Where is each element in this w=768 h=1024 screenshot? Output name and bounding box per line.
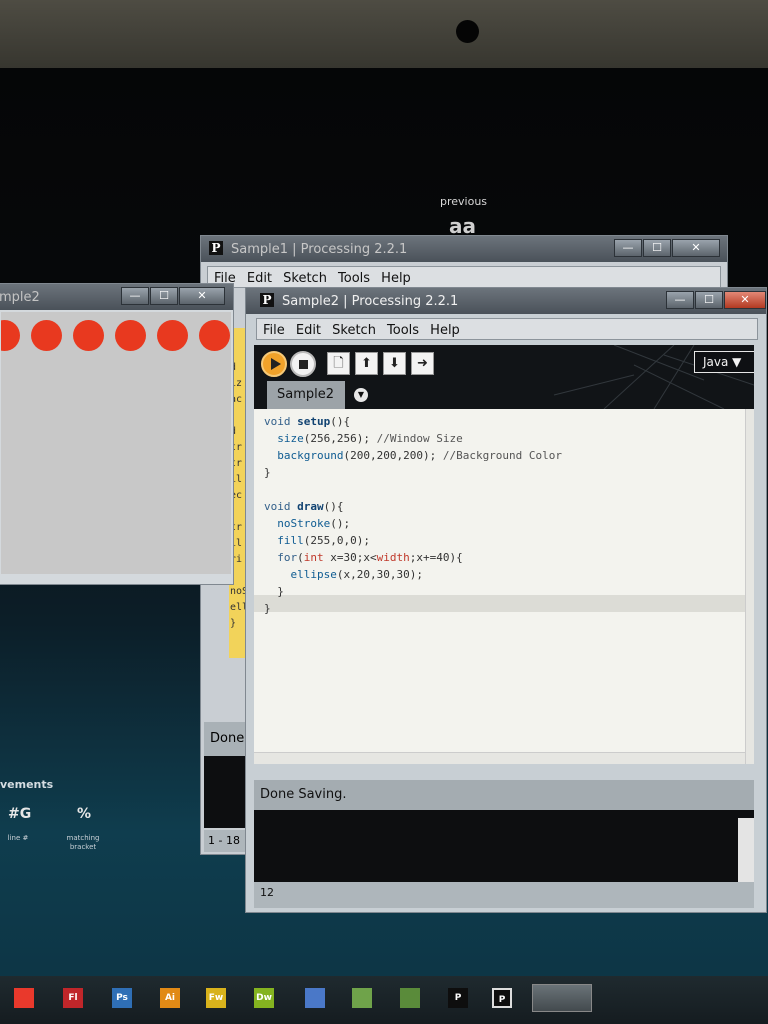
close-button[interactable]: ✕ [179, 287, 225, 305]
status-bar: Done Saving. [254, 780, 754, 810]
taskbar: Fl Ps Ai Fw Dw P P [0, 976, 768, 1024]
laptop-bezel [0, 0, 768, 68]
menubar: File Edit Sketch Tools Help [256, 318, 758, 340]
menu-edit[interactable]: Edit [247, 269, 272, 289]
open-icon: ⬆ [361, 356, 372, 371]
sketch-ellipse [73, 320, 104, 351]
code-line: void draw(){ [264, 500, 344, 513]
fireworks-icon[interactable]: Fw [206, 988, 226, 1008]
console-scrollbar[interactable] [738, 818, 754, 882]
titlebar[interactable]: P Sample1 | Processing 2.2.1 — ☐ ✕ [201, 236, 727, 262]
toolbar: 🗋 ⬆ ⬇ ➜ Java ▼ Sample2 ▼ [254, 345, 754, 409]
illustrator-icon[interactable]: Ai [160, 988, 180, 1008]
current-line-highlight [254, 595, 746, 612]
flash-icon[interactable]: Fl [63, 988, 83, 1008]
menu-tools[interactable]: Tools [338, 269, 370, 289]
code-line: } [264, 466, 271, 479]
close-button[interactable]: ✕ [724, 291, 766, 309]
processing-logo-icon: P [260, 293, 274, 307]
shortcuts-title: vements [0, 778, 54, 791]
sketch-ellipse [199, 320, 230, 351]
maximize-button[interactable]: ☐ [643, 239, 671, 257]
sketch-canvas [1, 312, 231, 574]
stop-icon [299, 360, 308, 369]
titlebar[interactable]: P Sample2 | Processing 2.2.1 — ☐ ✕ [246, 288, 766, 314]
maximize-button[interactable]: ☐ [695, 291, 723, 309]
processing-icon-1[interactable]: P [448, 988, 468, 1008]
stop-button[interactable] [290, 351, 316, 377]
titlebar[interactable]: mple2 — ☐ ✕ [0, 284, 233, 310]
tab-sample2[interactable]: Sample2 [267, 381, 345, 409]
sketch-ellipse [1, 320, 20, 351]
console [254, 810, 754, 882]
code-line: for(int x=30;x<width;x+=40){ [277, 551, 463, 564]
webcam [456, 20, 479, 43]
code-line: } [264, 602, 271, 615]
code-line: } [264, 585, 284, 598]
code-line: ellipse(x,20,30,30); [290, 568, 423, 581]
editor-vertical-scrollbar[interactable] [745, 409, 754, 764]
open-button[interactable]: ⬆ [355, 352, 378, 375]
window-sample2[interactable]: P Sample2 | Processing 2.2.1 — ☐ ✕ File … [245, 287, 767, 913]
minimize-button[interactable]: — [666, 291, 694, 309]
menu-help[interactable]: Help [430, 321, 460, 341]
shortcut-desc-bracket: matching bracket [66, 834, 100, 851]
app-icon-3[interactable] [400, 988, 420, 1008]
code-editor[interactable]: void setup(){ size(256,256); //Window Si… [254, 409, 754, 764]
menu-tools[interactable]: Tools [387, 321, 419, 341]
minimize-button[interactable]: — [614, 239, 642, 257]
processing-icon-2[interactable]: P [492, 988, 512, 1008]
menu-edit[interactable]: Edit [296, 321, 321, 341]
app-icon-1[interactable] [305, 988, 325, 1008]
menubar: File Edit Sketch Tools Help [207, 266, 721, 288]
code-line: noStroke(); [277, 517, 351, 530]
tab-menu-chevron-down-icon[interactable]: ▼ [354, 388, 368, 402]
new-icon: 🗋 [333, 356, 344, 371]
status-text: Done [210, 731, 245, 746]
menu-file[interactable]: File [263, 321, 285, 341]
menu-help[interactable]: Help [381, 269, 411, 289]
close-button[interactable]: ✕ [672, 239, 720, 257]
acrobat-icon[interactable] [14, 988, 34, 1008]
run-icon [271, 358, 281, 370]
window-title: Sample1 | Processing 2.2.1 [231, 242, 408, 257]
processing-logo-icon: P [209, 241, 223, 255]
mode-selector[interactable]: Java ▼ [694, 351, 754, 373]
shortcut-key-line: #G [8, 806, 32, 822]
shortcut-key-bracket: % [77, 806, 92, 822]
shortcut-desc-line: line # [7, 834, 29, 842]
app-icon-2[interactable] [352, 988, 372, 1008]
run-button[interactable] [261, 351, 287, 377]
window-sketch-output[interactable]: mple2 — ☐ ✕ [0, 283, 234, 585]
maximize-button[interactable]: ☐ [150, 287, 178, 305]
menu-sketch[interactable]: Sketch [283, 269, 327, 289]
sketch-ellipse [31, 320, 62, 351]
line-number: 12 [254, 882, 754, 908]
minimize-button[interactable]: — [121, 287, 149, 305]
code-line: fill(255,0,0); [277, 534, 370, 547]
code-line: size(256,256); //Window Size [277, 432, 463, 445]
previous-label: previous [440, 195, 488, 208]
dreamweaver-icon[interactable]: Dw [254, 988, 274, 1008]
horizontal-scrollbar[interactable] [254, 752, 745, 764]
save-icon: ⬇ [389, 356, 400, 371]
window-title: mple2 [0, 290, 40, 305]
sketch-ellipse [157, 320, 188, 351]
taskbar-active-window[interactable] [532, 984, 592, 1012]
photoshop-icon[interactable]: Ps [112, 988, 132, 1008]
menu-sketch[interactable]: Sketch [332, 321, 376, 341]
sketch-ellipse [115, 320, 146, 351]
window-title: Sample2 | Processing 2.2.1 [282, 294, 459, 309]
export-button[interactable]: ➜ [411, 352, 434, 375]
export-icon: ➜ [417, 356, 428, 371]
save-button[interactable]: ⬇ [383, 352, 406, 375]
code-line: void setup(){ [264, 415, 351, 428]
code-line: background(200,200,200); //Background Co… [277, 449, 563, 462]
new-button[interactable]: 🗋 [327, 352, 350, 375]
